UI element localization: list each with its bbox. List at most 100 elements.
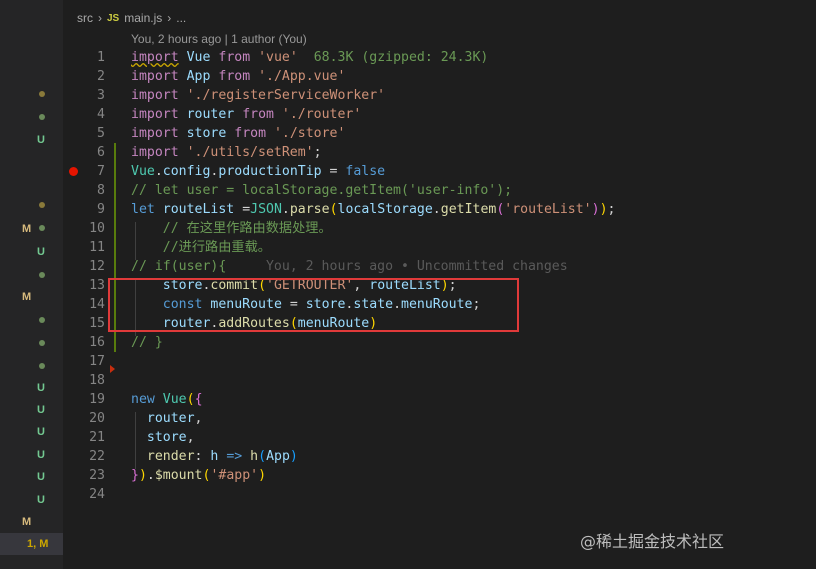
git-blame-codelens[interactable]: You, 2 hours ago | 1 author (You) [131, 32, 307, 46]
breakpoint-icon[interactable] [69, 167, 78, 176]
git-change-marker[interactable] [114, 162, 116, 181]
code-line[interactable]: 6 import './utils/setRem'; [63, 143, 816, 162]
chevron-right-icon: › [167, 11, 172, 25]
line-number[interactable]: 10 [63, 219, 105, 238]
scm-status-label: M [22, 291, 32, 303]
scm-status-marker: U [0, 399, 63, 421]
code-line[interactable]: 2 import App from './App.vue' [63, 67, 816, 86]
code-line[interactable]: 5 import store from './store' [63, 124, 816, 143]
code-line[interactable]: 21 store, [63, 428, 816, 447]
code-token: import [131, 126, 179, 141]
code-token: } [131, 468, 139, 483]
scm-dot-icon [39, 202, 45, 208]
breadcrumb-folder[interactable]: src [77, 11, 93, 25]
line-number[interactable]: 18 [63, 371, 105, 390]
code-line[interactable]: 19 new Vue({ [63, 390, 816, 409]
code-line[interactable]: 11 //进行路由重载。 [63, 238, 816, 257]
code-text: }).$mount('#app') [131, 466, 266, 485]
line-number[interactable]: 4 [63, 105, 105, 124]
line-number[interactable]: 20 [63, 409, 105, 428]
code-token: config [162, 164, 211, 179]
code-line[interactable]: 8 // let user = localStorage.getItem('use… [63, 181, 816, 200]
line-number[interactable]: 9 [63, 200, 105, 219]
code-editor[interactable]: src › JS main.js › ... You, 2 hours ago … [63, 0, 816, 569]
git-change-marker[interactable] [114, 143, 116, 162]
code-line[interactable]: 24 [63, 485, 816, 504]
scm-dot-icon [39, 272, 45, 278]
line-number[interactable]: 13 [63, 276, 105, 295]
git-change-marker[interactable] [114, 257, 116, 276]
code-token: false [345, 164, 386, 179]
git-change-marker[interactable] [114, 238, 116, 257]
line-number[interactable]: 11 [63, 238, 105, 257]
line-number[interactable]: 17 [63, 352, 105, 371]
line-number[interactable]: 19 [63, 390, 105, 409]
scm-status-marker: U [0, 377, 63, 399]
scm-status-marker [0, 355, 63, 377]
line-number[interactable]: 8 [63, 181, 105, 200]
scm-status-marker: U [0, 444, 63, 466]
breadcrumb-file[interactable]: main.js [124, 11, 162, 25]
code-line[interactable]: 3 import './registerServiceWorker' [63, 86, 816, 105]
scm-status-label: U [37, 134, 45, 146]
javascript-file-icon: JS [107, 12, 120, 24]
scm-status-marker: U [0, 489, 63, 511]
code-token: // } [131, 335, 163, 350]
code-line[interactable]: 20 router, [63, 409, 816, 428]
code-line[interactable]: 23 }).$mount('#app') [63, 466, 816, 485]
scm-status-marker [0, 106, 63, 128]
scm-status-marker [0, 264, 63, 286]
line-number[interactable]: 14 [63, 295, 105, 314]
line-number[interactable]: 21 [63, 428, 105, 447]
git-change-marker[interactable] [114, 219, 116, 238]
line-number[interactable]: 22 [63, 447, 105, 466]
code-line[interactable]: 9 let routeList =JSON.parse(localStorage.… [63, 200, 816, 219]
code-token: import [131, 107, 179, 122]
fold-arrow-icon[interactable] [110, 365, 115, 373]
git-change-marker[interactable] [114, 333, 116, 352]
scm-dot-icon [39, 340, 45, 346]
breadcrumb-more[interactable]: ... [176, 11, 186, 25]
code-line[interactable]: 18 [63, 371, 816, 390]
scm-status-marker: 1, M [0, 533, 63, 555]
code-line[interactable]: 10 // 在这里作路由数据处理。 [63, 219, 816, 238]
line-number[interactable]: 2 [63, 67, 105, 86]
line-number[interactable]: 16 [63, 333, 105, 352]
code-text: router, [131, 409, 203, 428]
code-token: 'routeList' [504, 202, 592, 217]
code-text: Vue.config.productionTip = false [131, 162, 385, 181]
line-number[interactable]: 5 [63, 124, 105, 143]
code-token: App [186, 69, 211, 84]
scm-status-marker: M [0, 218, 63, 240]
git-change-marker[interactable] [114, 181, 116, 200]
code-text: // 在这里作路由数据处理。 [131, 219, 332, 238]
code-line[interactable]: 1 import Vue from 'vue' 68.3K (gzipped: 2… [63, 48, 816, 67]
code-line[interactable]: 12 // if(user){ You, 2 hours ago • Uncomm… [63, 257, 816, 276]
code-line[interactable]: 17 [63, 352, 816, 371]
code-token: ) [289, 449, 298, 464]
line-number[interactable]: 3 [63, 86, 105, 105]
line-number[interactable]: 23 [63, 466, 105, 485]
code-line[interactable]: 7 Vue.config.productionTip = false [63, 162, 816, 181]
line-number[interactable]: 24 [63, 485, 105, 504]
code-line[interactable]: 22 render: h => h(App) [63, 447, 816, 466]
line-number[interactable]: 12 [63, 257, 105, 276]
code-line[interactable]: 16 // } [63, 333, 816, 352]
line-number[interactable]: 6 [63, 143, 105, 162]
code-line[interactable]: 4 import router from './router' [63, 105, 816, 124]
line-number[interactable]: 1 [63, 48, 105, 67]
code-token: ) [258, 468, 267, 483]
line-number[interactable]: 15 [63, 314, 105, 333]
code-token: let [131, 202, 155, 217]
git-change-marker[interactable] [114, 200, 116, 219]
scm-status-label: U [37, 471, 45, 483]
code-text: //进行路由重载。 [131, 238, 271, 257]
scm-status-label: U [37, 426, 45, 438]
